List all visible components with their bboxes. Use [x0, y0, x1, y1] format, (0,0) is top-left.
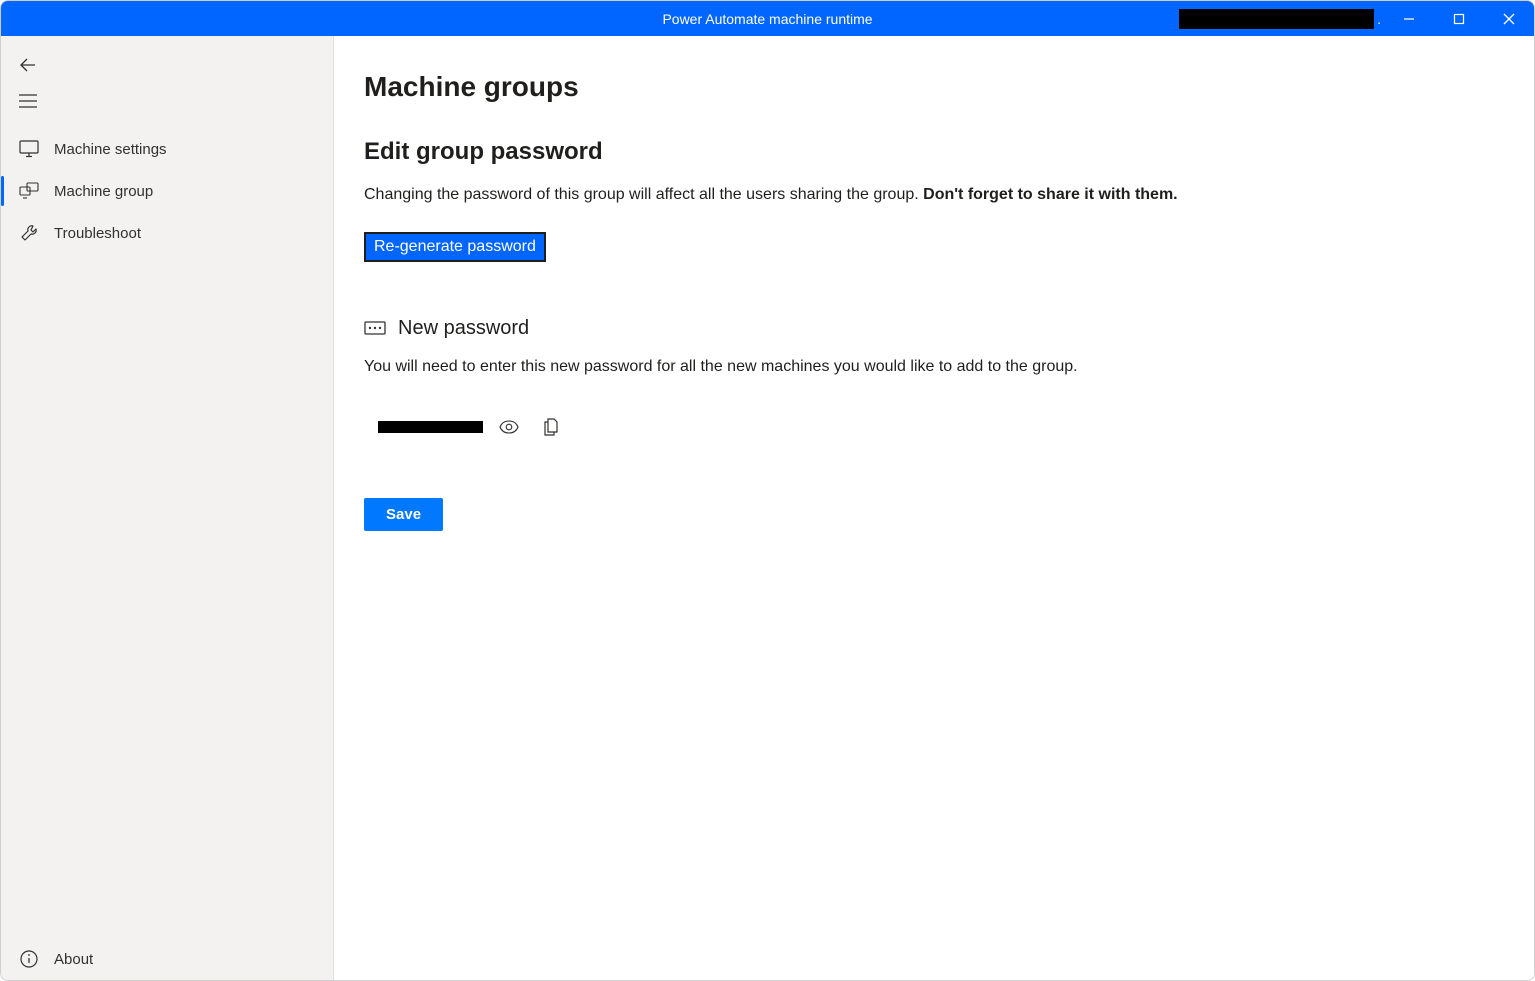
about-label: About: [54, 951, 93, 968]
save-button[interactable]: Save: [364, 498, 443, 531]
back-arrow-icon: [19, 56, 37, 74]
password-dots-icon: [364, 321, 386, 337]
nav-item-machine-settings[interactable]: Machine settings: [1, 128, 333, 170]
new-password-header: New password: [364, 317, 1504, 340]
desc-bold: Don't forget to share it with them.: [923, 186, 1177, 203]
new-password-description: You will need to enter this new password…: [364, 358, 1504, 376]
hamburger-button[interactable]: [1, 84, 333, 118]
page-title: Machine groups: [364, 71, 1504, 103]
password-value-redacted[interactable]: [378, 421, 483, 433]
copy-icon: [543, 418, 559, 436]
copy-password-button[interactable]: [535, 411, 567, 443]
wrench-icon: [19, 223, 39, 243]
titlebar-dot: .: [1377, 11, 1381, 27]
machine-group-icon: [19, 181, 39, 201]
section-title: Edit group password: [364, 138, 1504, 166]
desc-text: Changing the password of this group will…: [364, 186, 923, 203]
maximize-icon: [1453, 13, 1465, 25]
regenerate-password-button[interactable]: Re-generate password: [364, 232, 546, 262]
nav-item-about[interactable]: About: [1, 938, 333, 980]
app-body: Machine settings Machine group Troublesh…: [1, 36, 1534, 980]
monitor-icon: [19, 139, 39, 159]
sidebar: Machine settings Machine group Troublesh…: [1, 36, 334, 980]
info-icon: [19, 949, 39, 969]
hamburger-icon: [19, 94, 37, 108]
nav-item-troubleshoot[interactable]: Troubleshoot: [1, 212, 333, 254]
new-password-label: New password: [398, 317, 529, 340]
nav-item-machine-group[interactable]: Machine group: [1, 170, 333, 212]
password-field-row: [378, 411, 1504, 443]
nav-label: Troubleshoot: [54, 225, 141, 242]
close-icon: [1503, 13, 1515, 25]
reveal-password-button[interactable]: [493, 411, 525, 443]
app-window: Power Automate machine runtime .: [0, 0, 1535, 981]
maximize-button[interactable]: [1434, 1, 1484, 36]
minimize-button[interactable]: [1384, 1, 1434, 36]
window-controls: [1384, 1, 1534, 36]
titlebar-title: Power Automate machine runtime: [662, 11, 872, 27]
back-button[interactable]: [1, 46, 333, 84]
nav-label: Machine settings: [54, 141, 167, 158]
nav-list: Machine settings Machine group Troublesh…: [1, 128, 333, 938]
titlebar: Power Automate machine runtime .: [1, 1, 1534, 36]
minimize-icon: [1403, 13, 1415, 25]
nav-label: Machine group: [54, 183, 153, 200]
main-content: Machine groups Edit group password Chang…: [334, 36, 1534, 980]
section-description: Changing the password of this group will…: [364, 186, 1504, 204]
eye-icon: [499, 420, 519, 434]
titlebar-user-redacted: [1179, 9, 1374, 29]
close-button[interactable]: [1484, 1, 1534, 36]
